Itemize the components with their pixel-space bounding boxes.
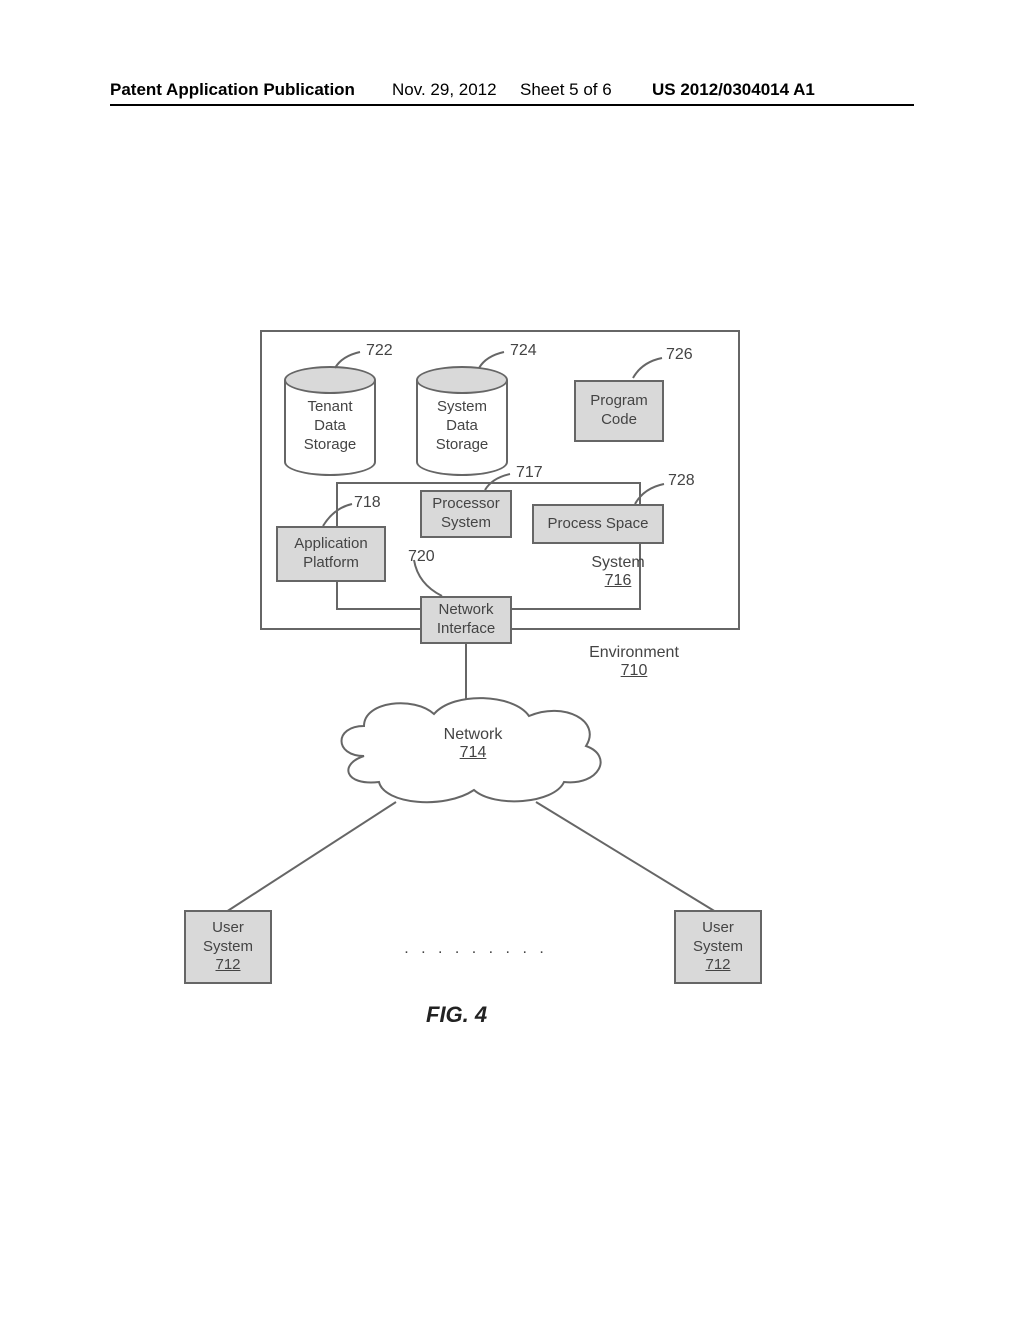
sheet-number: Sheet 5 of 6: [520, 80, 612, 100]
ref-717: 717: [516, 464, 543, 482]
environment-label: Environment 710: [564, 644, 704, 680]
figure-caption: FIG. 4: [426, 1002, 487, 1028]
ref-722: 722: [366, 342, 393, 360]
program-code-l1: Program: [590, 392, 648, 411]
network-ref: 714: [460, 744, 487, 761]
program-code-box: Program Code: [574, 380, 664, 442]
leader-728: [630, 480, 672, 506]
network-interface-box: Network Interface: [420, 596, 512, 644]
processor-system-box: Processor System: [420, 490, 512, 538]
sysstor-line2: Data: [446, 417, 478, 434]
sysstor-line3: Storage: [436, 436, 489, 453]
user-sys-right-l2: System: [693, 938, 743, 957]
tenant-line1: Tenant: [307, 398, 352, 415]
user-system-box-left: User System 712: [184, 910, 272, 984]
leader-717: [480, 470, 520, 492]
leader-718: [318, 500, 358, 528]
ref-718: 718: [354, 494, 381, 512]
user-sys-left-ref: 712: [215, 956, 240, 975]
ref-726: 726: [666, 346, 693, 364]
publication-label: Patent Application Publication: [110, 80, 355, 100]
leader-724: [474, 348, 514, 372]
sysstor-line1: System: [437, 398, 487, 415]
user-sys-left-l2: System: [203, 938, 253, 957]
environment-ref: 710: [621, 662, 648, 679]
tenant-line3: Storage: [304, 436, 357, 453]
environment-label-text: Environment: [589, 644, 679, 661]
publication-date: Nov. 29, 2012: [392, 80, 497, 100]
user-sys-left-l1: User: [212, 919, 244, 938]
process-space-box: Process Space: [532, 504, 664, 544]
netif-l2: Interface: [437, 620, 495, 639]
network-label: Network 714: [428, 726, 518, 762]
user-system-box-right: User System 712: [674, 910, 762, 984]
ellipsis-dots: . . . . . . . . .: [336, 940, 616, 958]
system-data-storage-cylinder: System Data Storage: [416, 366, 508, 476]
tenant-data-storage-cylinder: Tenant Data Storage: [284, 366, 376, 476]
user-sys-right-l1: User: [702, 919, 734, 938]
system-label-text: System: [591, 554, 644, 571]
app-l1: Application: [294, 535, 367, 554]
application-platform-box: Application Platform: [276, 526, 386, 582]
ref-720: 720: [408, 548, 435, 566]
system-data-storage-body: System Data Storage: [416, 380, 508, 476]
leader-722: [330, 348, 370, 372]
leader-726: [628, 354, 670, 382]
network-label-text: Network: [444, 726, 503, 743]
ref-728: 728: [668, 472, 695, 490]
app-l2: Platform: [303, 554, 359, 573]
tenant-data-storage-body: Tenant Data Storage: [284, 380, 376, 476]
user-sys-right-ref: 712: [705, 956, 730, 975]
program-code-l2: Code: [601, 411, 637, 430]
process-space-text: Process Space: [548, 515, 649, 534]
connectors-cloud-users: [206, 790, 746, 920]
header-rule: [110, 104, 914, 106]
figure-diagram: Tenant Data Storage System Data Storage …: [180, 330, 840, 1050]
netif-l1: Network: [438, 601, 493, 620]
processor-l1: Processor: [432, 495, 500, 514]
publication-number: US 2012/0304014 A1: [652, 80, 815, 100]
processor-l2: System: [441, 514, 491, 533]
tenant-line2: Data: [314, 417, 346, 434]
system-label: System 716: [568, 554, 668, 590]
system-ref: 716: [605, 572, 632, 589]
ref-724: 724: [510, 342, 537, 360]
